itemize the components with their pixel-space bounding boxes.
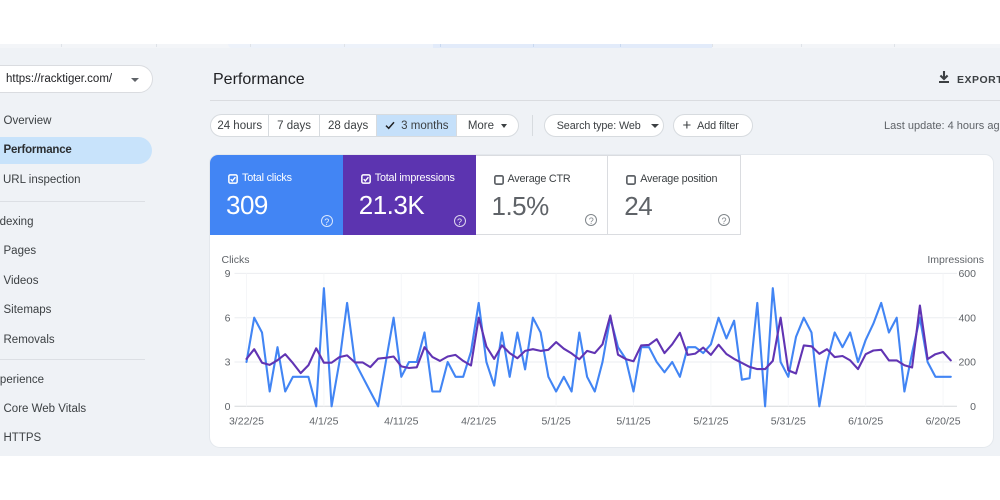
svg-text:Clicks: Clicks (222, 254, 250, 266)
svg-text:4/21/25: 4/21/25 (461, 416, 496, 428)
svg-text:3/22/25: 3/22/25 (229, 416, 264, 428)
svg-text:400: 400 (958, 312, 976, 324)
svg-text:200: 200 (958, 357, 976, 369)
svg-text:5/31/25: 5/31/25 (771, 416, 806, 428)
svg-text:4/1/25: 4/1/25 (309, 416, 338, 428)
svg-text:0: 0 (225, 401, 231, 413)
svg-text:5/21/25: 5/21/25 (693, 416, 728, 428)
svg-text:5/11/25: 5/11/25 (616, 416, 650, 428)
svg-text:Impressions: Impressions (927, 254, 984, 266)
svg-text:3: 3 (225, 357, 231, 369)
svg-text:4/11/25: 4/11/25 (384, 416, 418, 428)
svg-text:9: 9 (225, 268, 231, 280)
svg-text:600: 600 (958, 268, 976, 280)
svg-text:6: 6 (225, 312, 231, 324)
svg-text:6/10/25: 6/10/25 (848, 416, 883, 428)
svg-text:0: 0 (970, 401, 976, 413)
svg-text:5/1/25: 5/1/25 (541, 416, 570, 428)
svg-text:6/20/25: 6/20/25 (926, 416, 961, 428)
